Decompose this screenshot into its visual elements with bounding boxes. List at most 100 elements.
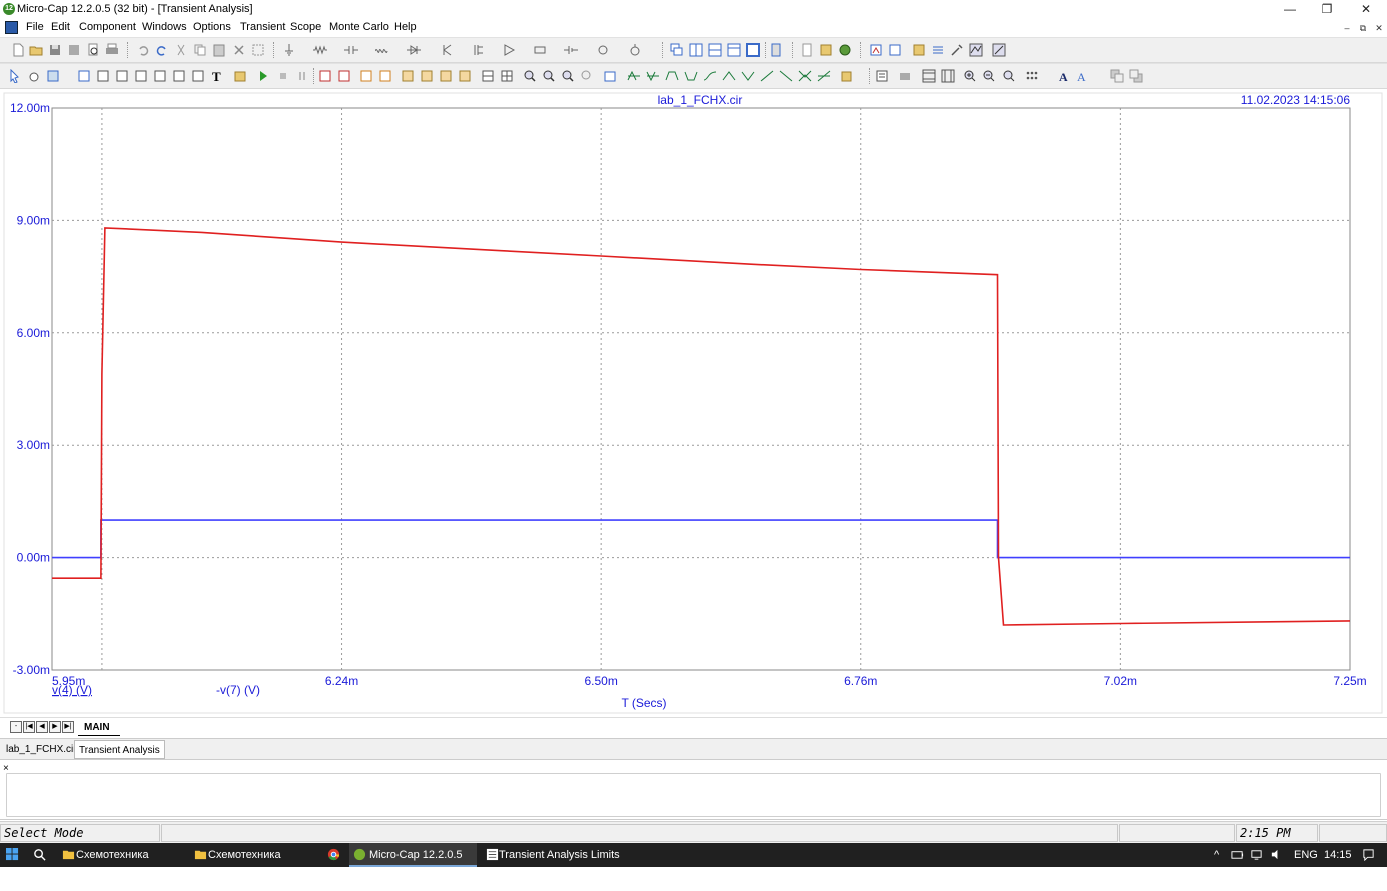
run-icon[interactable] [256, 69, 270, 83]
grid-toggle-icon[interactable] [378, 69, 392, 83]
sheet-tab-main[interactable]: MAIN [78, 720, 120, 736]
source-component-icon[interactable] [596, 43, 610, 57]
menu-component[interactable]: Component [79, 21, 136, 33]
current-source-component-icon[interactable] [628, 43, 642, 57]
minimize-button[interactable]: — [1276, 1, 1304, 18]
sheet-collapse-button[interactable]: - [10, 721, 22, 733]
sheet-prev-button[interactable]: ◀ [36, 721, 48, 733]
component-library-icon[interactable] [819, 43, 833, 57]
menu-monte-carlo[interactable]: Monte Carlo [329, 21, 389, 33]
undo-icon[interactable] [136, 43, 150, 57]
rise-icon[interactable] [760, 69, 774, 83]
copy-plot-icon[interactable] [840, 69, 854, 83]
point-to-point-icon[interactable] [191, 69, 205, 83]
valley-icon[interactable] [646, 69, 660, 83]
new-file-icon[interactable] [11, 43, 25, 57]
tab-circuit[interactable]: lab_1_FCHX.cir [2, 740, 81, 759]
split-horizontal-icon[interactable] [481, 69, 495, 83]
stop-icon[interactable] [276, 69, 290, 83]
battery-icon[interactable] [1231, 848, 1244, 861]
mdi-restore-button[interactable]: ⧉ [1356, 22, 1370, 34]
text-color-icon[interactable]: A [1076, 69, 1090, 83]
save-all-icon[interactable] [67, 43, 81, 57]
restore-button[interactable]: ❐ [1313, 1, 1341, 18]
tray-overflow-icon[interactable]: ^ [1214, 843, 1219, 867]
tile-horizontal-icon[interactable] [708, 43, 722, 57]
cursor-mode-icon[interactable] [77, 69, 91, 83]
probe-icon[interactable] [912, 43, 926, 57]
battery-component-icon[interactable] [564, 43, 578, 57]
performance-tag-icon[interactable] [153, 69, 167, 83]
redo-icon[interactable] [155, 43, 169, 57]
tracker-icon[interactable] [922, 69, 936, 83]
paste-icon[interactable] [212, 43, 226, 57]
legend-v7[interactable]: -v(7) (V) [216, 683, 260, 697]
opamp-component-icon[interactable] [502, 43, 516, 57]
scale-cursor-icon[interactable] [941, 69, 955, 83]
properties-icon[interactable] [233, 69, 247, 83]
fall-icon[interactable] [779, 69, 793, 83]
save-icon[interactable] [48, 43, 62, 57]
taskbar-item-folder-2[interactable]: Схемотехника [190, 843, 318, 867]
windows-start-icon[interactable] [6, 848, 19, 861]
back-icon[interactable] [1129, 69, 1143, 83]
cascade-windows-icon[interactable] [670, 43, 684, 57]
front-icon[interactable] [1110, 69, 1124, 83]
open-folder-icon[interactable] [29, 43, 43, 57]
scale-mode-icon[interactable] [46, 69, 60, 83]
layout-1-icon[interactable] [401, 69, 415, 83]
stepping-icon[interactable] [318, 69, 332, 83]
edit-plot-icon[interactable] [603, 69, 617, 83]
global-high-icon[interactable] [722, 69, 736, 83]
taskbar-item-analysis-limits[interactable]: Transient Analysis Limits [482, 843, 632, 867]
select-all-icon[interactable] [251, 43, 265, 57]
peak-icon[interactable] [627, 69, 641, 83]
zoom-reset-icon[interactable] [580, 69, 594, 83]
menu-windows[interactable]: Windows [142, 21, 187, 33]
menu-options[interactable]: Options [193, 21, 231, 33]
plot-window[interactable]: 12.00m 9.00m 6.00m 3.00m 0.00m -3.00m 5.95m 6.… [0, 89, 1387, 717]
zoom-in-icon[interactable] [963, 69, 977, 83]
horizontal-tag-icon[interactable] [115, 69, 129, 83]
state-variables-icon[interactable] [931, 43, 945, 57]
pan-mode-icon[interactable] [27, 69, 41, 83]
font-icon[interactable]: A [1057, 69, 1071, 83]
tile-vertical-icon[interactable] [689, 43, 703, 57]
language-indicator[interactable]: ENG [1294, 843, 1318, 867]
cursor-to-cursor-icon[interactable] [817, 69, 831, 83]
menu-file[interactable]: File [26, 21, 44, 33]
copy-icon[interactable] [193, 43, 207, 57]
split-grid-icon[interactable] [500, 69, 514, 83]
zoom-custom-icon[interactable] [1002, 69, 1016, 83]
menu-edit[interactable]: Edit [51, 21, 70, 33]
capacitor-component-icon[interactable] [344, 43, 358, 57]
zoom-region-icon[interactable] [561, 69, 575, 83]
diode-component-icon[interactable] [407, 43, 421, 57]
delete-icon[interactable] [232, 43, 246, 57]
calculator-icon[interactable] [769, 43, 783, 57]
transient-plot[interactable]: 12.00m9.00m6.00m3.00m0.00m-3.00m 5.95m 6.… [0, 89, 1387, 717]
waveform-view-icon[interactable] [969, 43, 983, 57]
macro-component-icon[interactable] [533, 43, 547, 57]
taskbar-clock[interactable]: 14:15 [1324, 843, 1352, 867]
output-text-area[interactable] [6, 773, 1381, 817]
global-low-icon[interactable] [741, 69, 755, 83]
sheet-last-button[interactable]: ▶| [62, 721, 74, 733]
document-icon[interactable] [5, 21, 18, 34]
vertical-tag-icon[interactable] [134, 69, 148, 83]
mdi-close-button[interactable]: ✕ [1372, 22, 1386, 34]
sheet-first-button[interactable]: |◀ [23, 721, 35, 733]
search-icon[interactable] [33, 848, 46, 861]
taskbar-item-microcap[interactable]: Micro-Cap 12.2.0.5 (32... [349, 843, 477, 885]
mdi-minimize-button[interactable]: – [1340, 22, 1354, 34]
low-icon[interactable] [684, 69, 698, 83]
notifications-icon[interactable] [1362, 848, 1375, 861]
zoom-out-icon[interactable] [982, 69, 996, 83]
optimize-icon[interactable] [337, 69, 351, 83]
tab-transient-analysis[interactable]: Transient Analysis [74, 740, 165, 759]
resistor-component-icon[interactable] [313, 43, 327, 57]
network-icon[interactable] [1250, 848, 1263, 861]
graphics-icon[interactable] [172, 69, 186, 83]
print-icon[interactable] [105, 43, 119, 57]
print-plot-icon[interactable] [898, 69, 912, 83]
